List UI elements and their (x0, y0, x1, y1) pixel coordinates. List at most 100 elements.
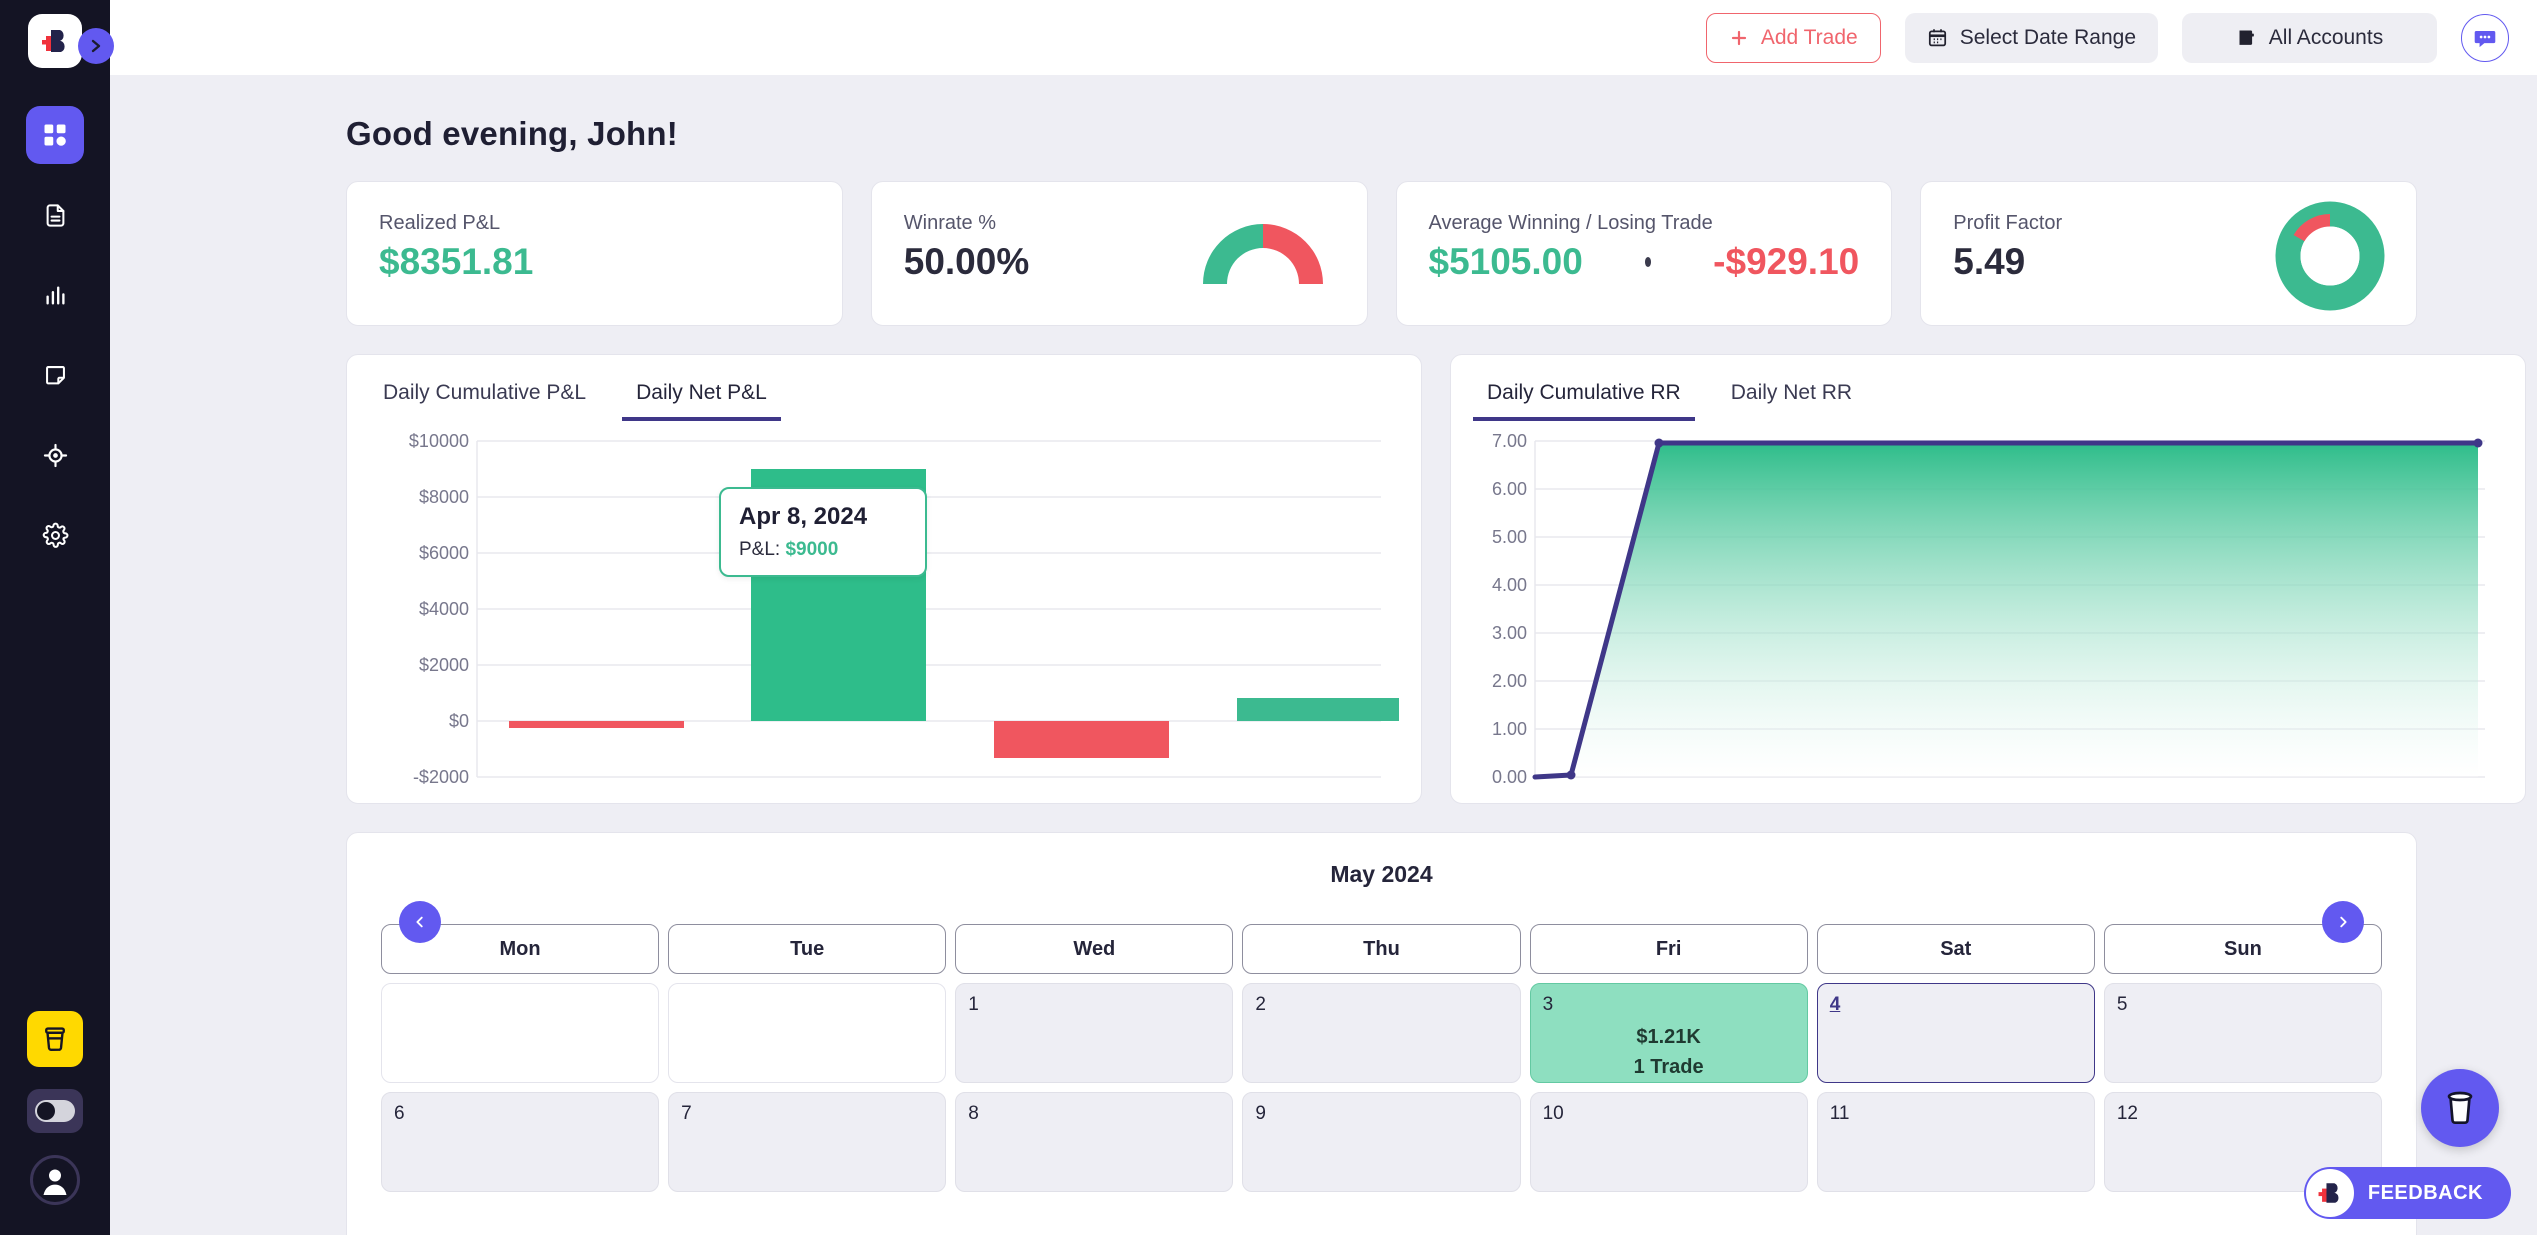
date-range-label: Select Date Range (1959, 25, 2136, 49)
daily-cumulative-rr-chart: 7.00 6.00 5.00 4.00 3.00 2.00 1.00 0.00 (1473, 427, 2503, 797)
calendar-cell[interactable]: 6 (381, 1092, 660, 1192)
user-avatar-button[interactable] (30, 1155, 80, 1205)
calendar-cell[interactable]: 10 (1529, 1092, 1808, 1192)
calendar-day-summary: $1.21K 1 Trade (1543, 1022, 1795, 1082)
logo-wrap (0, 14, 114, 68)
calendar-cell[interactable]: 9 (1242, 1092, 1521, 1192)
svg-text:2024-04-07: 2024-04-07 (1489, 793, 1581, 795)
calendar-day-number: 12 (2116, 1103, 2138, 1124)
calendar-prev-button[interactable] (399, 901, 441, 943)
trade-calendar: May 2024 Mon Tue Wed Thu Fri Sat Sun 1 2… (346, 832, 2417, 1235)
svg-text:2.00: 2.00 (1492, 671, 1527, 691)
avg-losing-value: -$929.10 (1713, 241, 1860, 282)
theme-toggle-track[interactable] (35, 1100, 75, 1122)
chat-support-button[interactable] (2461, 13, 2509, 62)
calendar-cell[interactable]: 8 (955, 1092, 1234, 1192)
document-icon (46, 203, 64, 227)
svg-text:$2000: $2000 (419, 655, 469, 675)
floating-coffee-button[interactable] (2421, 1069, 2499, 1147)
feedback-logo (2305, 1169, 2354, 1217)
svg-text:$0: $0 (449, 711, 469, 731)
rr-tabs: Daily Cumulative RR Daily Net RR (1473, 373, 2503, 421)
calendar-month-title: May 2024 (1330, 861, 1433, 887)
chevron-left-icon (416, 916, 423, 928)
svg-text:-$2000: -$2000 (413, 767, 469, 787)
calendar-day-number: 2 (1255, 994, 1266, 1015)
chat-bubble-icon (2474, 30, 2496, 47)
feedback-label: FEEDBACK (2367, 1181, 2483, 1204)
calendar-week-1: 1 2 3 $1.21K 1 Trade 4 5 (381, 983, 2382, 1083)
svg-text:1.00: 1.00 (1492, 719, 1527, 739)
sidebar-item-settings[interactable] (26, 506, 84, 564)
svg-text:2024-04-14: 2024-04-14 (1763, 793, 1855, 795)
svg-text:$6000: $6000 (419, 543, 469, 563)
profit-factor-donut (2274, 200, 2386, 317)
tab-daily-cumulative-pl[interactable]: Daily Cumulative P&L (369, 373, 600, 421)
page-title: Good evening, John! (346, 115, 678, 152)
tooltip-value: $9000 (785, 539, 839, 560)
calendar-cell[interactable]: 11 (1816, 1092, 2095, 1192)
sidebar-item-dashboard[interactable] (26, 106, 84, 164)
feedback-button[interactable]: FEEDBACK (2303, 1167, 2511, 1219)
winrate-gauge (1197, 218, 1329, 295)
gear-icon (42, 522, 68, 548)
sidebar-item-notebook[interactable] (26, 346, 84, 404)
tab-daily-net-pl[interactable]: Daily Net P&L (622, 373, 781, 421)
dow-thu: Thu (1242, 924, 1521, 974)
calendar-next-button[interactable] (2322, 901, 2364, 943)
brand-logo-icon (42, 30, 65, 52)
avg-values-row: $5105.00 -$929.10 (1429, 241, 1860, 283)
note-icon (45, 365, 65, 384)
calendar-cell-today[interactable]: 4 (1816, 983, 2095, 1083)
calendar-day-number: 10 (1542, 1103, 1564, 1124)
calendar-cell[interactable]: 1 (955, 983, 1234, 1083)
sidebar-item-playbook[interactable] (26, 426, 84, 484)
calendar-dow-row: Mon Tue Wed Thu Fri Sat Sun (381, 924, 2382, 974)
app-root: Add Trade Select Date Range All Accounts… (0, 0, 2537, 1235)
chevron-right-icon (2340, 916, 2347, 928)
svg-text:2024-04-07: 2024-04-07 (551, 793, 643, 795)
theme-toggle-knob (37, 1102, 55, 1120)
coffee-cup-icon (2447, 1091, 2473, 1125)
sidebar-collapse-button[interactable] (78, 28, 114, 64)
panel-daily-rr: Daily Cumulative RR Daily Net RR 7.00 6.… (1450, 354, 2526, 804)
calendar-day-number: 5 (2116, 994, 2128, 1015)
calendar-day-number: 3 (1542, 994, 1554, 1015)
svg-text:$4000: $4000 (419, 599, 469, 619)
area-chart-svg: 7.00 6.00 5.00 4.00 3.00 2.00 1.00 0.00 (1489, 431, 2485, 795)
add-trade-button[interactable]: Add Trade (1705, 12, 1881, 63)
calendar-cell-profit[interactable]: 3 $1.21K 1 Trade (1529, 983, 1808, 1083)
stat-cards-row: Realized P&L $8351.81 Winrate % 50.00% A… (110, 153, 2537, 326)
tab-daily-cumulative-rr[interactable]: Daily Cumulative RR (1473, 373, 1695, 421)
svg-text:$10000: $10000 (409, 431, 469, 451)
bar-chart-icon (45, 285, 65, 305)
calendar-cell[interactable]: 5 (2103, 983, 2382, 1083)
svg-text:3.00: 3.00 (1492, 623, 1527, 643)
accounts-selector-button[interactable]: All Accounts (2182, 12, 2437, 63)
donut-chart-icon (2275, 201, 2385, 311)
dow-wed: Wed (955, 924, 1234, 974)
charts-row: Daily Cumulative P&L Daily Net P&L $1000… (110, 326, 2537, 804)
tab-daily-net-rr[interactable]: Daily Net RR (1717, 373, 1866, 421)
tooltip-value-row: P&L: $9000 (739, 539, 907, 561)
sidebar-item-journal[interactable] (26, 186, 84, 244)
svg-text:2024-04-28: 2024-04-28 (2311, 793, 2403, 795)
theme-toggle-button[interactable] (27, 1089, 83, 1133)
date-range-button[interactable]: Select Date Range (1904, 12, 2158, 63)
buy-coffee-button[interactable] (27, 1011, 83, 1067)
brand-logo-icon (2318, 1183, 2339, 1203)
svg-text:$8000: $8000 (419, 487, 469, 507)
stat-label: Average Winning / Losing Trade (1428, 212, 1713, 234)
svg-text:0.00: 0.00 (1492, 767, 1527, 787)
sidebar (0, 0, 114, 1235)
stat-label: Realized P&L (379, 212, 501, 234)
dow-sat: Sat (1816, 924, 2095, 974)
calendar-cell[interactable]: 2 (1242, 983, 1521, 1083)
calendar-week-2: 6 7 8 9 10 11 12 (381, 1092, 2382, 1192)
calendar-cell[interactable]: 7 (668, 1092, 947, 1192)
sidebar-item-reports[interactable] (26, 266, 84, 324)
coffee-cup-icon (45, 1027, 65, 1051)
wallet-icon (2239, 30, 2254, 45)
grid-icon (44, 124, 66, 146)
stat-value: $8351.81 (379, 241, 534, 282)
